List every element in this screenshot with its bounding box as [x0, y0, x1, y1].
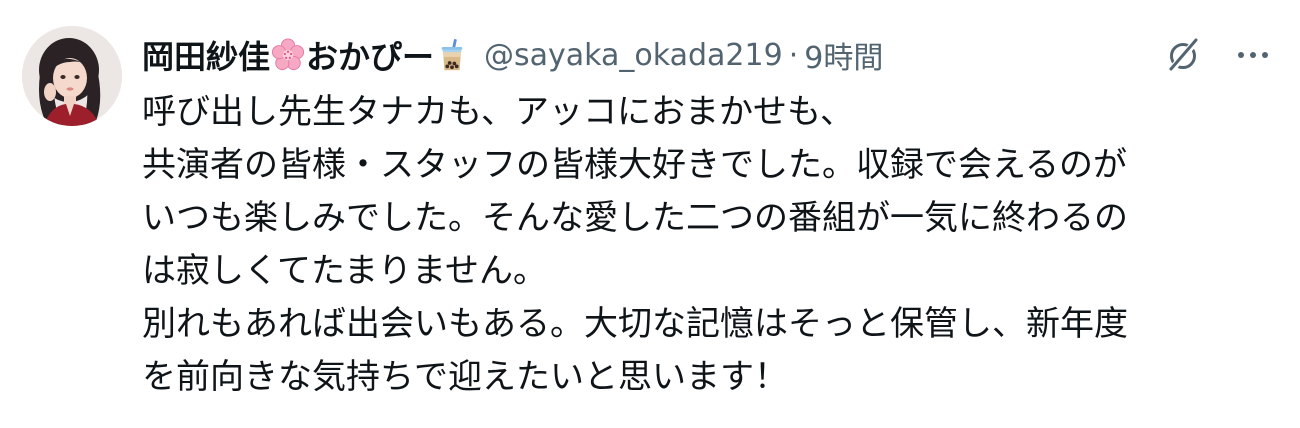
- display-name-part1[interactable]: 岡田紗佳: [142, 32, 270, 78]
- tweet-text-line-4: は寂しくてたまりません。: [142, 251, 547, 291]
- tweet-text-line-5: 別れもあれば出会いもある。大切な記憶はそっと保管し、新年度: [142, 304, 1128, 344]
- grok-icon: [1169, 38, 1199, 72]
- more-options-button[interactable]: [1228, 30, 1278, 80]
- tweet-timestamp[interactable]: 9時間: [804, 33, 883, 77]
- tweet-text: 呼び出し先生タナカも、アッコにおまかせも、 共演者の皆様・スタッフの皆様大好きで…: [142, 86, 1282, 404]
- meta-separator: ·: [788, 37, 799, 73]
- cherry-blossom-icon: [271, 38, 305, 72]
- tweet[interactable]: 岡田紗佳 おかぴー @sayaka_okada219 · 9時間 呼び出し先生タ…: [0, 0, 1300, 428]
- tweet-text-line-1: 呼び出し先生タナカも、アッコにおまかせも、: [142, 92, 854, 132]
- more-options-icon: [1238, 52, 1268, 58]
- display-name-part2[interactable]: おかぴー: [306, 32, 434, 78]
- user-handle[interactable]: @sayaka_okada219: [484, 38, 783, 73]
- tweet-header: 岡田紗佳 おかぴー @sayaka_okada219 · 9時間: [142, 28, 883, 82]
- tweet-text-line-3: いつも楽しみでした。そんな愛した二つの番組が一気に終わるの: [142, 198, 1128, 238]
- avatar[interactable]: [22, 26, 122, 126]
- bubble-tea-icon: [435, 38, 469, 72]
- avatar-photo: [22, 26, 122, 126]
- grok-button[interactable]: [1158, 30, 1208, 80]
- tweet-text-line-6: を前向きな気持ちで迎えたいと思います！: [142, 357, 788, 397]
- tweet-text-line-2: 共演者の皆様・スタッフの皆様大好きでした。収録で会えるのが: [142, 145, 1127, 185]
